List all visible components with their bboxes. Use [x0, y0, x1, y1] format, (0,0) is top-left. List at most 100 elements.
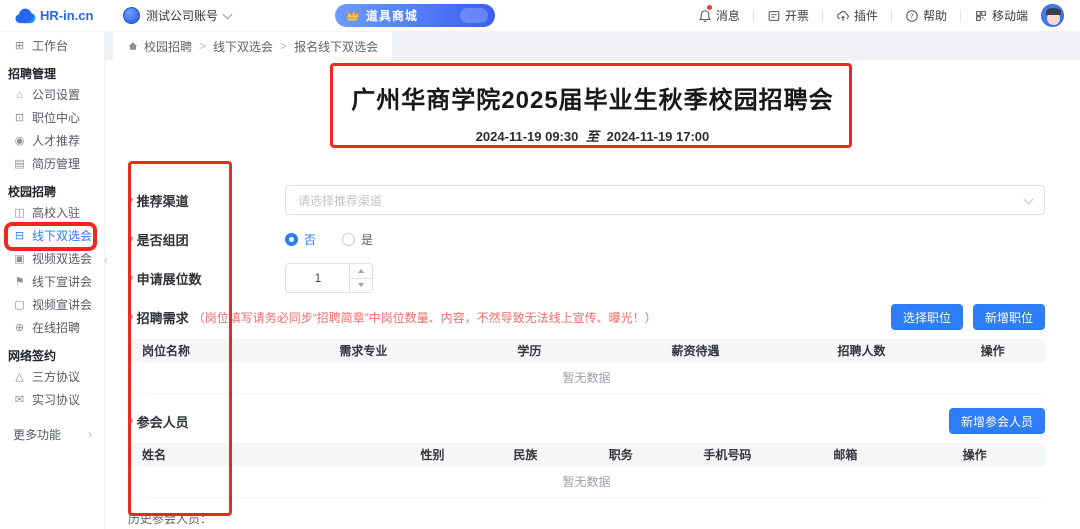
fair-icon: ⊟: [13, 229, 26, 242]
registration-form: 推荐渠道 请选择推荐渠道 是否组团 否: [105, 185, 1080, 529]
divider: [822, 10, 823, 22]
arrow-up-icon: [358, 269, 364, 273]
group-radio-yes[interactable]: 是: [342, 231, 373, 248]
chevron-right-icon: ›: [88, 429, 92, 441]
select-position-button[interactable]: 选择职位: [891, 304, 963, 330]
app-window: HR-in.cn 测试公司账号 道具商城 消息: [0, 0, 1080, 529]
channel-select[interactable]: 请选择推荐渠道: [285, 185, 1045, 215]
plugin-label: 插件: [854, 7, 878, 24]
sidebar-item-label: 视频宣讲会: [32, 296, 92, 313]
invoice-button[interactable]: 开票: [767, 7, 809, 24]
sidebar-item-online-recruit[interactable]: ⊕ 在线招聘: [0, 316, 104, 339]
breadcrumb-campus-recruit[interactable]: 校园招聘: [144, 38, 192, 55]
sidebar-item-company-settings[interactable]: ⌂ 公司设置: [0, 83, 104, 106]
sidebar-item-university-entry[interactable]: ◫ 高校入驻: [0, 201, 104, 224]
mall-banner-button[interactable]: 道具商城: [335, 4, 495, 27]
agreement-icon: △: [13, 370, 26, 383]
radio-label: 否: [304, 231, 316, 248]
chevron-down-icon: [223, 9, 233, 19]
chevron-down-icon: [1024, 195, 1034, 205]
mobile-button[interactable]: 移动端: [974, 7, 1028, 24]
top-bar: HR-in.cn 测试公司账号 道具商城 消息: [0, 0, 1080, 32]
globe-icon: ⊕: [13, 321, 26, 334]
workbench-icon: ⊞: [13, 39, 26, 52]
sidebar-section-campus-recruit: 校园招聘: [0, 181, 104, 201]
attendees-col-email: 邮箱: [786, 446, 904, 463]
brand-logo[interactable]: HR-in.cn: [0, 8, 105, 24]
messages-button[interactable]: 消息: [698, 7, 740, 24]
attendees-col-name: 姓名: [128, 446, 387, 463]
breadcrumb-separator: >: [199, 39, 206, 53]
event-start: 2024-11-19 09:30: [476, 129, 579, 144]
sidebar-section-recruit-mgmt: 招聘管理: [0, 63, 104, 83]
person-icon: ◉: [13, 134, 26, 147]
sidebar-item-resume-mgmt[interactable]: ▤ 简历管理: [0, 152, 104, 175]
sidebar-item-workbench[interactable]: ⊞ 工作台: [0, 34, 104, 57]
sidebar-item-label: 高校入驻: [32, 204, 80, 221]
document-icon: ▤: [13, 157, 26, 170]
sidebar-item-position-center[interactable]: ⊡ 职位中心: [0, 106, 104, 129]
sidebar-item-internship-agreement[interactable]: ✉ 实习协议: [0, 388, 104, 411]
breadcrumb-separator: >: [280, 39, 287, 53]
sidebar-item-label: 人才推荐: [32, 132, 80, 149]
mobile-label: 移动端: [992, 7, 1028, 24]
contract-icon: ✉: [13, 393, 26, 406]
home-icon: [127, 40, 139, 52]
attendees-col-actions: 操作: [904, 446, 1045, 463]
sidebar-item-offline-talk[interactable]: ⚑ 线下宣讲会: [0, 270, 104, 293]
sidebar-item-tripartite-agreement[interactable]: △ 三方协议: [0, 365, 104, 388]
jobs-col-major: 需求专业: [276, 342, 451, 359]
breadcrumb-offline-fair[interactable]: 线下双选会: [213, 38, 273, 55]
channel-placeholder: 请选择推荐渠道: [298, 192, 382, 209]
invoice-icon: [767, 9, 781, 23]
sidebar-item-label: 简历管理: [32, 155, 80, 172]
breadcrumb-register-offline-fair[interactable]: 报名线下双选会: [294, 38, 378, 55]
booth-label: 申请展位数: [128, 269, 285, 288]
account-switcher[interactable]: 测试公司账号: [123, 7, 231, 24]
divider: [753, 10, 754, 22]
sidebar-nav: ⊞ 工作台 招聘管理 ⌂ 公司设置 ⊡ 职位中心 ◉ 人才推荐 ▤ 简历管理 校…: [0, 32, 105, 529]
sidebar-item-label: 更多功能: [13, 426, 61, 443]
event-time-separator: 至: [586, 129, 599, 144]
help-button[interactable]: ? 帮助: [905, 7, 947, 24]
booth-count-stepper[interactable]: 1: [285, 263, 373, 293]
sidebar-collapse-handle[interactable]: ‹: [104, 248, 116, 274]
sidebar-item-talent-recommend[interactable]: ◉ 人才推荐: [0, 129, 104, 152]
sidebar-item-label: 公司设置: [32, 86, 80, 103]
cloud-logo-icon: [14, 8, 36, 24]
screen-icon: ▢: [13, 298, 26, 311]
invoice-label: 开票: [785, 7, 809, 24]
topbar-actions: 道具商城 消息 开票: [335, 4, 1080, 27]
add-attendee-button[interactable]: 新增参会人员: [949, 408, 1045, 434]
megaphone-icon: ⚑: [13, 275, 26, 288]
sidebar-item-more[interactable]: 更多功能 ›: [0, 423, 104, 446]
building-icon: ⌂: [13, 89, 26, 101]
radio-icon: [342, 233, 355, 246]
brand-name: HR-in.cn: [40, 8, 93, 23]
stepper-up-button[interactable]: [350, 264, 372, 279]
group-radio-no[interactable]: 否: [285, 231, 316, 248]
user-avatar[interactable]: [1041, 4, 1064, 27]
jobs-col-actions: 操作: [940, 342, 1045, 359]
jobs-col-salary: 薪资待遇: [608, 342, 783, 359]
sidebar-item-label: 职位中心: [32, 109, 80, 126]
sidebar-item-label: 三方协议: [32, 368, 80, 385]
briefcase-icon: ⊡: [13, 111, 26, 124]
event-title: 广州华商学院2025届毕业生秋季校园招聘会: [105, 80, 1080, 115]
sidebar-item-label: 视频双选会: [32, 250, 92, 267]
stepper-down-button[interactable]: [350, 279, 372, 293]
sidebar-item-offline-fair[interactable]: ⊟ 线下双选会: [0, 224, 104, 247]
sidebar-item-video-talk[interactable]: ▢ 视频宣讲会: [0, 293, 104, 316]
add-position-button[interactable]: 新增职位: [973, 304, 1045, 330]
bell-icon: [698, 9, 712, 23]
company-badge-icon: [123, 7, 140, 24]
sidebar-item-video-fair[interactable]: ▣ 视频双选会: [0, 247, 104, 270]
sidebar-item-label: 线下双选会: [32, 227, 92, 244]
plugin-button[interactable]: 插件: [836, 7, 878, 24]
account-name: 测试公司账号: [146, 7, 218, 24]
messages-label: 消息: [716, 7, 740, 24]
history-attendees-label: 历史参会人员：: [128, 510, 1045, 527]
arrow-down-icon: [358, 283, 364, 287]
divider: [891, 10, 892, 22]
video-icon: ▣: [13, 252, 26, 265]
